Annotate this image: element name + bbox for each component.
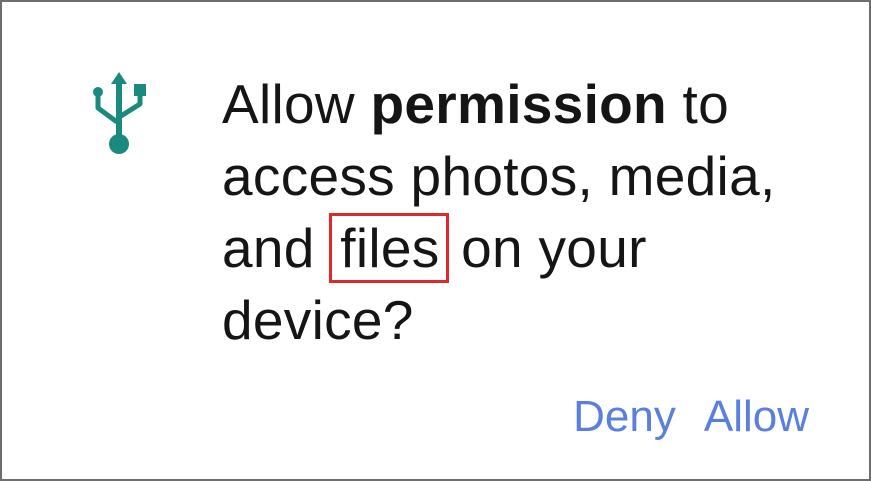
deny-button[interactable]: Deny xyxy=(573,392,676,442)
usb-icon xyxy=(93,72,146,154)
permission-message: Allow permission to access photos, media… xyxy=(222,68,842,356)
message-bold-permission: permission xyxy=(370,73,667,135)
permission-dialog: Allow permission to access photos, media… xyxy=(0,0,871,481)
message-prefix: Allow xyxy=(222,73,371,135)
allow-button[interactable]: Allow xyxy=(704,392,809,442)
dialog-actions: Deny Allow xyxy=(573,392,809,442)
highlighted-files-word: files xyxy=(329,213,449,283)
